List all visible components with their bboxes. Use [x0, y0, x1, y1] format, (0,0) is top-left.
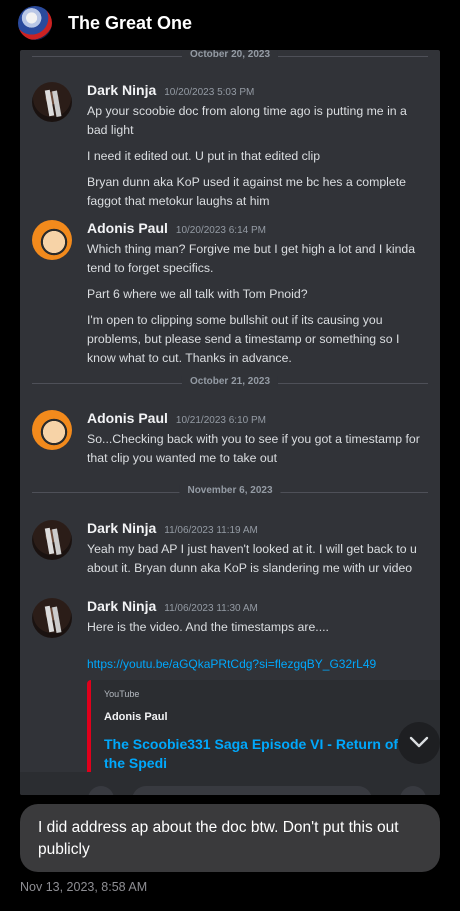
message-text: So...Checking back with you to see if yo…: [87, 432, 420, 465]
embed-provider: YouTube: [104, 689, 140, 699]
attach-icon[interactable]: [88, 786, 114, 795]
embed-title[interactable]: The Scoobie331 Saga Episode VI - Return …: [104, 735, 404, 773]
author-name: Dark Ninja: [87, 82, 157, 98]
message-text: Ap your scoobie doc from along time ago …: [87, 104, 407, 137]
date-divider: October 21, 2023: [32, 376, 428, 387]
message-text: Yeah my bad AP I just haven't looked at …: [87, 542, 417, 575]
message-time: 10/20/2023 5:03 PM: [164, 87, 255, 98]
date-divider: October 20, 2023: [32, 50, 428, 60]
date-divider: November 6, 2023: [32, 485, 428, 496]
sent-message-text: I did address ap about the doc btw. Don'…: [38, 819, 399, 858]
emoji-icon[interactable]: [400, 786, 426, 795]
message-text: I'm open to clipping some bullshit out i…: [87, 313, 400, 365]
message-timestamp: Nov 13, 2023, 8:58 AM: [20, 880, 148, 894]
message-text: Which thing man? Forgive me but I get hi…: [87, 242, 416, 275]
author-name: Adonis Paul: [87, 220, 168, 236]
contact-avatar[interactable]: [18, 6, 52, 40]
message-composer: [20, 772, 440, 795]
message-time: 11/06/2023 11:19 AM: [164, 525, 258, 536]
chat-header: The Great One: [0, 0, 460, 50]
message-time: 10/21/2023 6:10 PM: [175, 415, 266, 426]
avatar: [32, 220, 72, 260]
contact-name[interactable]: The Great One: [68, 13, 192, 34]
author-name: Dark Ninja: [87, 520, 157, 536]
author-name: Dark Ninja: [87, 598, 157, 614]
message-text: Here is the video. And the timestamps ar…: [87, 620, 329, 634]
message-input[interactable]: [132, 786, 372, 795]
scroll-down-button[interactable]: [398, 722, 440, 764]
video-link[interactable]: https://youtu.be/aGQkaPRtCdg?si=flezgqBY…: [87, 657, 376, 671]
avatar: [32, 598, 72, 638]
message-time: 10/20/2023 6:14 PM: [175, 225, 266, 236]
message-text: Part 6 where we all talk with Tom Pnoid?: [87, 287, 308, 301]
sent-message-bubble[interactable]: I did address ap about the doc btw. Don'…: [20, 804, 440, 872]
message-text: I need it edited out. U put in that edit…: [87, 149, 321, 163]
author-name: Adonis Paul: [87, 410, 168, 426]
discord-screenshot[interactable]: October 20, 2023 Dark Ninja 10/20/2023 5:…: [20, 50, 440, 795]
avatar: [32, 520, 72, 560]
message-text: Bryan dunn aka KoP used it against me bc…: [87, 175, 407, 208]
embed-author[interactable]: Adonis Paul: [104, 711, 168, 723]
message-time: 11/06/2023 11:30 AM: [164, 603, 258, 614]
chevron-down-icon: [409, 736, 429, 748]
avatar: [32, 410, 72, 450]
avatar: [32, 82, 72, 122]
